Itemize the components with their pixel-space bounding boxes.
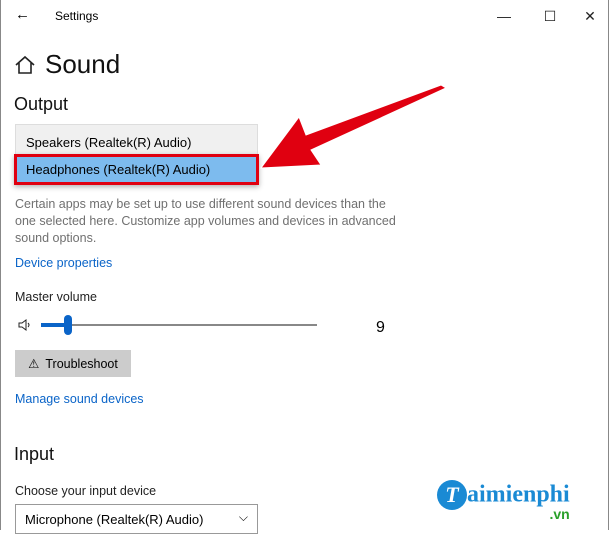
- close-button[interactable]: ✕: [567, 4, 609, 28]
- volume-slider-track[interactable]: [41, 324, 317, 326]
- input-device-label: Choose your input device: [15, 484, 157, 498]
- troubleshoot-label: Troubleshoot: [45, 356, 118, 371]
- back-button[interactable]: ←: [15, 6, 30, 23]
- volume-value: 9: [376, 319, 385, 336]
- input-heading: Input: [14, 444, 55, 464]
- input-device-value: Microphone (Realtek(R) Audio): [25, 512, 204, 527]
- warning-icon: ⚠: [28, 357, 40, 371]
- manage-sound-devices-link[interactable]: Manage sound devices: [15, 392, 144, 406]
- dropdown-option-headphones[interactable]: Headphones (Realtek(R) Audio): [14, 154, 259, 185]
- troubleshoot-button[interactable]: ⚠ Troubleshoot: [15, 350, 131, 377]
- device-properties-link[interactable]: Device properties: [15, 256, 112, 270]
- volume-slider-thumb[interactable]: [64, 315, 72, 335]
- output-heading: Output: [14, 94, 69, 114]
- page-title: Sound: [45, 49, 121, 79]
- speaker-icon[interactable]: [17, 318, 33, 332]
- title-bar: ← Settings — ☐ ✕: [1, 0, 609, 32]
- window-title: Settings: [55, 9, 99, 23]
- minimize-button[interactable]: —: [481, 4, 527, 28]
- master-volume-label: Master volume: [15, 290, 97, 304]
- chevron-down-icon: ⌵: [238, 510, 248, 524]
- annotation-arrow: [259, 85, 448, 169]
- watermark-logo: Taimienphi .vn: [437, 480, 570, 522]
- home-icon: [15, 55, 35, 74]
- output-description: Certain apps may be set up to use differ…: [15, 197, 396, 245]
- dropdown-option-speakers[interactable]: Speakers (Realtek(R) Audio): [15, 124, 258, 156]
